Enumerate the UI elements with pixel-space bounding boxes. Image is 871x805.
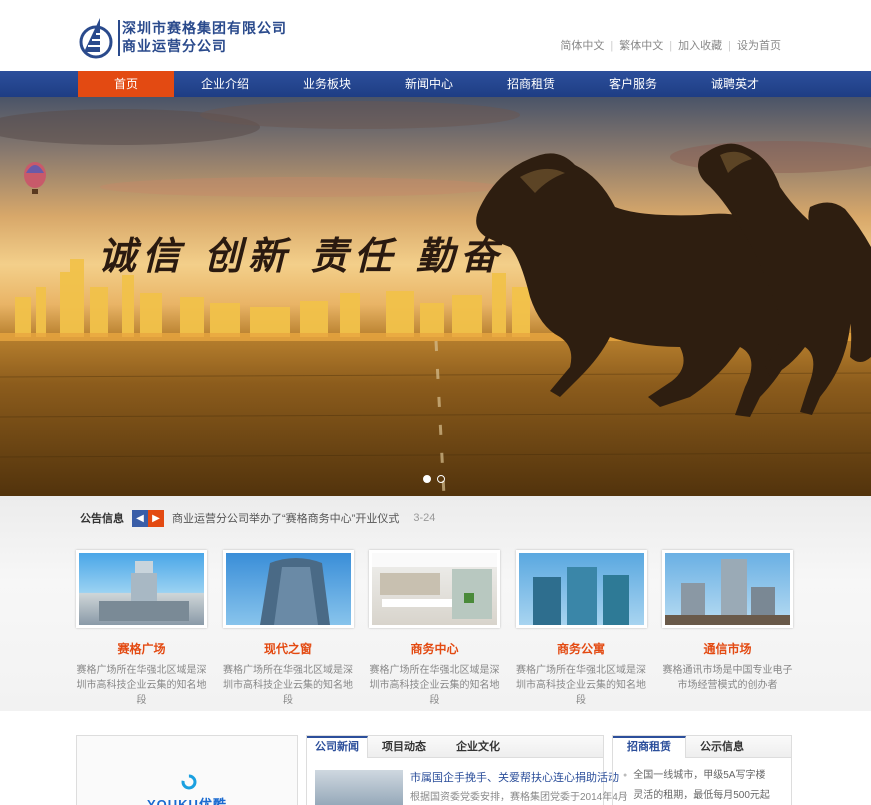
property-image-telecom-market[interactable] — [662, 550, 793, 628]
top-links: 简体中文 | 繁体中文 | 加入收藏 | 设为首页 — [560, 40, 781, 52]
main-nav: 首页 企业介绍 业务板块 新闻中心 招商租赁 客户服务 诚聘英才 — [0, 71, 871, 97]
content-section: 公告信息 ◀ ▶ 商业运营分公司举办了“赛格商务中心”开业仪式 3-24 赛格广… — [0, 496, 871, 711]
property-image-business-center[interactable] — [369, 550, 500, 628]
notice-prev-button[interactable]: ◀ — [132, 509, 148, 527]
property-title[interactable]: 现代之窗 — [223, 640, 354, 657]
leasing-list: 全国一线城市，甲级5A写字楼 灵活的租期，最低每月500元起 — [613, 758, 791, 805]
nav-item-home[interactable]: 首页 — [78, 71, 174, 97]
property-card: 通信市场 赛格通讯市场是中国专业电子市场经营模式的创办者 — [662, 550, 793, 708]
hero-banner[interactable]: 诚信 创新 责任 勤奋 — [0, 97, 871, 496]
news-thumbnail[interactable] — [315, 770, 403, 805]
nav-item-news[interactable]: 新闻中心 — [378, 71, 480, 97]
video-brand: YOUKU优酷 — [147, 797, 227, 805]
property-desc: 赛格广场所在华强北区域是深圳市高科技企业云集的知名地段 — [223, 665, 353, 706]
site-header: 深圳市赛格集团有限公司 商业运营分公司 简体中文 | 繁体中文 | 加入收藏 | 设为首页 — [0, 0, 871, 71]
property-desc: 赛格广场所在华强北区域是深圳市高科技企业云集的知名地段 — [76, 665, 207, 706]
company-name: 深圳市赛格集团有限公司 商业运营分公司 — [122, 20, 287, 56]
property-desc: 赛格通讯市场是中国专业电子市场经营模式的创办者 — [662, 665, 793, 691]
logo-divider — [118, 20, 120, 56]
slogan-word: 诚信 — [98, 233, 187, 278]
property-title[interactable]: 商务中心 — [369, 640, 500, 657]
sailboat-logo-icon — [79, 18, 113, 59]
notice-date: 3-24 — [413, 512, 436, 524]
list-item[interactable]: 全国一线城市，甲级5A写字楼 — [623, 766, 791, 786]
slide-indicators — [423, 475, 445, 483]
list-item[interactable]: 灵活的租期，最低每月500元起 — [623, 786, 791, 805]
banner-slogan: 诚信 创新 责任 勤奋 — [98, 225, 522, 280]
news-tabs: 公司新闻 项目动态 企业文化 — [307, 736, 603, 758]
property-image-business-apartment[interactable] — [515, 550, 647, 628]
bottom-section: YOUKU优酷 公司新闻 项目动态 企业文化 市属国企手挽手、关爱帮扶心连心捐助… — [0, 711, 871, 805]
slide-dot-1[interactable] — [423, 475, 431, 483]
link-add-favorite[interactable]: 加入收藏 — [678, 40, 722, 52]
company-name-line2: 商业运营分公司 — [122, 39, 227, 55]
slogan-word: 创新 — [204, 233, 293, 278]
nav-item-leasing[interactable]: 招商租赁 — [480, 71, 582, 97]
notice-bar: 公告信息 ◀ ▶ 商业运营分公司举办了“赛格商务中心”开业仪式 3-24 — [80, 509, 435, 527]
property-desc: 赛格广场所在华强北区域是深圳市高科技企业云集的知名地段 — [516, 665, 646, 706]
tab-company-news[interactable]: 公司新闻 — [307, 736, 368, 758]
news-headline[interactable]: 市属国企手挽手、关爱帮扶心连心捐助活动 — [410, 769, 619, 785]
notice-next-button[interactable]: ▶ — [148, 509, 164, 527]
nav-item-business[interactable]: 业务板块 — [276, 71, 378, 97]
balloon-icon — [24, 162, 46, 194]
nav-item-careers[interactable]: 诚聘英才 — [684, 71, 786, 97]
video-player[interactable]: YOUKU优酷 — [76, 735, 298, 805]
slogan-word: 责任 — [310, 233, 399, 278]
news-panel: 公司新闻 项目动态 企业文化 市属国企手挽手、关爱帮扶心连心捐助活动 根据国资委… — [306, 735, 628, 805]
link-traditional-chinese[interactable]: 繁体中文 — [619, 40, 663, 52]
property-card: 现代之窗 赛格广场所在华强北区域是深圳市高科技企业云集的知名地段 — [222, 550, 354, 708]
news-summary: 根据国资委党委安排，赛格集团党委于2014年4月 — [410, 792, 628, 803]
tab-public-info[interactable]: 公示信息 — [686, 736, 758, 758]
slide-dot-2[interactable] — [437, 475, 445, 483]
notice-text[interactable]: 商业运营分公司举办了“赛格商务中心”开业仪式 — [172, 510, 399, 526]
property-image-modern-window[interactable] — [222, 550, 354, 628]
tab-project-updates[interactable]: 项目动态 — [368, 736, 440, 758]
link-set-homepage[interactable]: 设为首页 — [737, 40, 781, 52]
company-name-line1: 深圳市赛格集团有限公司 — [122, 21, 287, 37]
notice-label: 公告信息 — [80, 513, 124, 525]
property-card: 商务中心 赛格广场所在华强北区域是深圳市高科技企业云集的知名地段 — [369, 550, 500, 708]
nav-item-service[interactable]: 客户服务 — [582, 71, 684, 97]
tab-corporate-culture[interactable]: 企业文化 — [440, 736, 516, 758]
property-card: 商务公寓 赛格广场所在华强北区域是深圳市高科技企业云集的知名地段 — [515, 550, 647, 708]
slogan-word: 勤奋 — [416, 233, 505, 278]
property-title[interactable]: 通信市场 — [662, 640, 793, 657]
tab-leasing[interactable]: 招商租赁 — [613, 736, 686, 758]
banner-scene — [0, 101, 871, 496]
logo[interactable]: 深圳市赛格集团有限公司 商业运营分公司 — [78, 14, 298, 62]
nav-item-about[interactable]: 企业介绍 — [174, 71, 276, 97]
leasing-tabs: 招商租赁 公示信息 — [613, 736, 791, 758]
property-image-saige-plaza[interactable] — [76, 550, 207, 628]
property-title[interactable]: 商务公寓 — [516, 640, 647, 657]
property-card: 赛格广场 赛格广场所在华强北区域是深圳市高科技企业云集的知名地段 — [76, 550, 207, 708]
link-simplified-chinese[interactable]: 简体中文 — [560, 40, 604, 52]
leasing-panel: 招商租赁 公示信息 全国一线城市，甲级5A写字楼 灵活的租期，最低每月500元起 — [612, 735, 792, 805]
property-desc: 赛格广场所在华强北区域是深圳市高科技企业云集的知名地段 — [369, 665, 500, 706]
property-title[interactable]: 赛格广场 — [76, 640, 207, 657]
property-cards: 赛格广场 赛格广场所在华强北区域是深圳市高科技企业云集的知名地段 现代之窗 赛格… — [76, 550, 809, 708]
